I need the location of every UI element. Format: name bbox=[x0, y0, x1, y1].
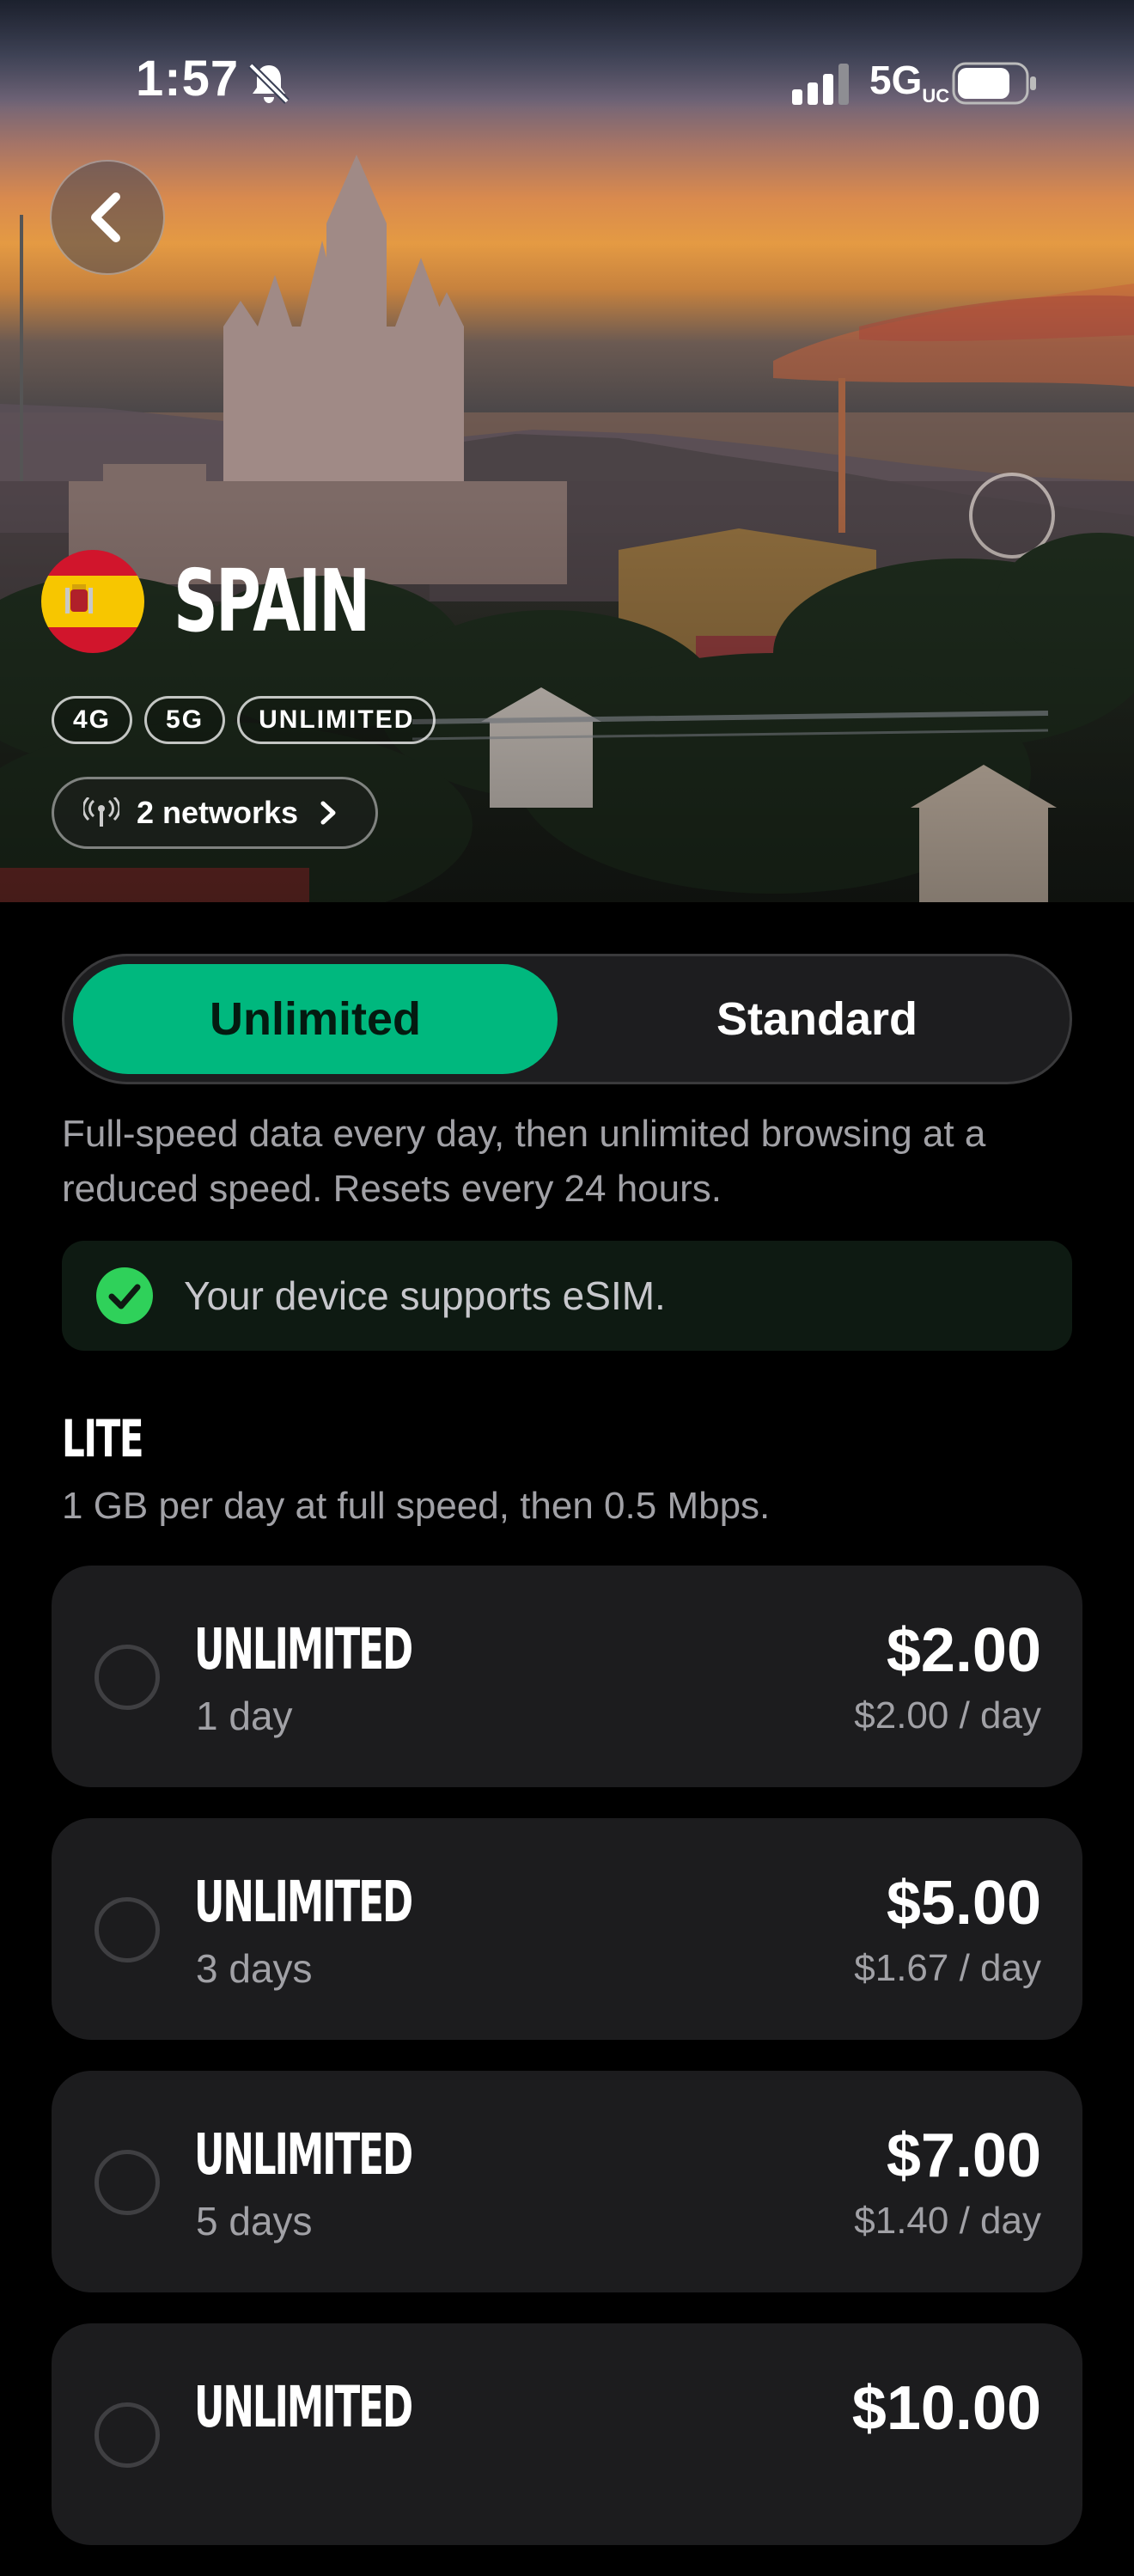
radio-button[interactable] bbox=[94, 1897, 160, 1963]
spain-flag-icon bbox=[41, 550, 144, 653]
section-title: LITE bbox=[62, 1409, 144, 1469]
networks-button[interactable]: 2 networks bbox=[52, 777, 378, 849]
tab-unlimited[interactable]: Unlimited bbox=[73, 964, 558, 1074]
plan-duration: 3 days bbox=[196, 1946, 313, 1991]
plan-name: UNLIMITED bbox=[194, 2374, 413, 2440]
signal-icon bbox=[792, 64, 849, 105]
feature-tags: 4G 5G UNLIMITED bbox=[52, 696, 436, 744]
plan-price: $7.00 bbox=[886, 2121, 1041, 2190]
radio-button[interactable] bbox=[94, 2150, 160, 2215]
tag-unlimited: UNLIMITED bbox=[237, 696, 436, 744]
plan-duration: 5 days bbox=[196, 2199, 313, 2243]
plan-price: $5.00 bbox=[886, 1869, 1041, 1938]
plan-price: $2.00 bbox=[886, 1616, 1041, 1685]
tag-4g: 4G bbox=[52, 696, 133, 744]
plan-option-card[interactable]: UNLIMITED $10.00 bbox=[52, 2323, 1082, 2545]
esim-support-text: Your device supports eSIM. bbox=[184, 1273, 666, 1318]
plan-name: UNLIMITED bbox=[194, 2121, 413, 2188]
radio-button[interactable] bbox=[94, 2402, 160, 2468]
status-time: 1:57 bbox=[136, 51, 240, 107]
plan-name: UNLIMITED bbox=[194, 1869, 413, 1935]
network-type: 5GUC bbox=[869, 58, 950, 107]
plan-duration: 1 day bbox=[196, 1694, 293, 1738]
checkmark-circle-icon bbox=[96, 1267, 153, 1324]
plan-type-toggle: Unlimited Standard bbox=[62, 954, 1072, 1084]
back-button[interactable] bbox=[50, 160, 165, 275]
esim-support-banner: Your device supports eSIM. bbox=[62, 1241, 1072, 1351]
radio-button[interactable] bbox=[94, 1645, 160, 1710]
tag-5g: 5G bbox=[144, 696, 226, 744]
plan-option-card[interactable]: UNLIMITED 3 days $5.00 $1.67 / day bbox=[52, 1818, 1082, 2040]
section-subtitle: 1 GB per day at full speed, then 0.5 Mbp… bbox=[62, 1485, 771, 1527]
plan-price: $10.00 bbox=[851, 2374, 1041, 2443]
bell-slash-icon bbox=[248, 63, 290, 104]
plan-per-day-price: $1.40 / day bbox=[854, 2200, 1041, 2242]
hero-gradient-overlay bbox=[0, 0, 1134, 902]
plan-list: UNLIMITED 1 day $2.00 $2.00 / day UNLIMI… bbox=[52, 1566, 1082, 2576]
chevron-left-icon bbox=[91, 192, 120, 242]
plan-description: Full-speed data every day, then unlimite… bbox=[62, 1113, 986, 1210]
plan-per-day-price: $1.67 / day bbox=[854, 1947, 1041, 1989]
tab-standard[interactable]: Standard bbox=[575, 964, 1059, 1074]
hero-image bbox=[0, 0, 1134, 902]
networks-label: 2 networks bbox=[137, 795, 299, 830]
plan-name: UNLIMITED bbox=[194, 1616, 413, 1682]
country-title: SPAIN bbox=[174, 551, 370, 651]
plan-option-card[interactable]: UNLIMITED 5 days $7.00 $1.40 / day bbox=[52, 2071, 1082, 2292]
battery-icon bbox=[952, 62, 1036, 105]
plan-option-card[interactable]: UNLIMITED 1 day $2.00 $2.00 / day bbox=[52, 1566, 1082, 1787]
antenna-icon bbox=[83, 797, 119, 827]
plan-per-day-price: $2.00 / day bbox=[854, 1694, 1041, 1737]
chevron-right-icon bbox=[320, 801, 336, 825]
